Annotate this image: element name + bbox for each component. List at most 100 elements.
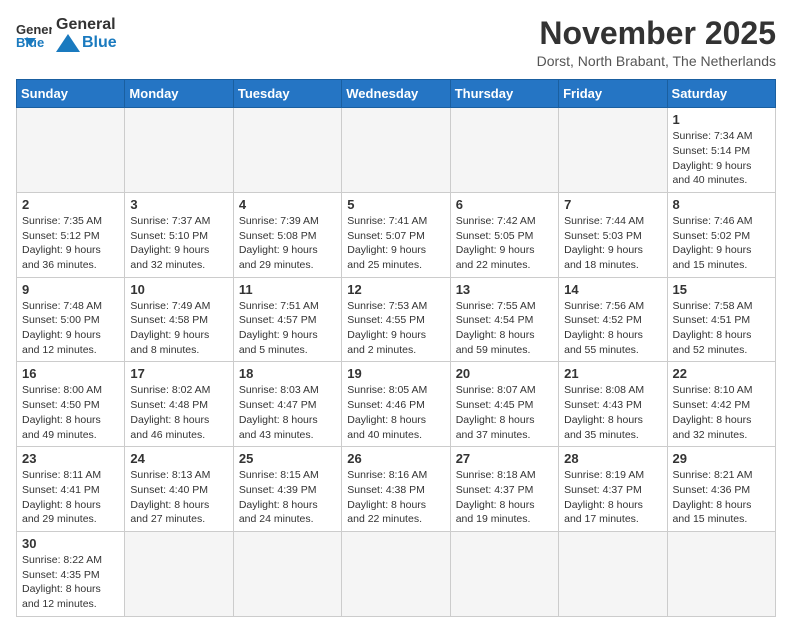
day-info: Sunrise: 8:21 AMSunset: 4:36 PMDaylight:… [673, 468, 770, 527]
calendar-cell [667, 531, 775, 616]
day-info: Sunrise: 7:58 AMSunset: 4:51 PMDaylight:… [673, 299, 770, 358]
calendar-cell [233, 531, 341, 616]
svg-text:Blue: Blue [16, 35, 44, 48]
day-number: 30 [22, 536, 119, 551]
calendar-cell: 13 Sunrise: 7:55 AMSunset: 4:54 PMDayligh… [450, 277, 558, 362]
calendar-cell: 26 Sunrise: 8:16 AMSunset: 4:38 PMDayligh… [342, 447, 450, 532]
day-number: 26 [347, 451, 444, 466]
day-info: Sunrise: 8:13 AMSunset: 4:40 PMDaylight:… [130, 468, 227, 527]
calendar-cell: 2Sunrise: 7:35 AMSunset: 5:12 PMDaylight… [17, 192, 125, 277]
calendar-cell: 3 Sunrise: 7:37 AMSunset: 5:10 PMDaylight… [125, 192, 233, 277]
calendar-cell [559, 108, 667, 193]
calendar-cell [125, 531, 233, 616]
calendar-cell: 30 Sunrise: 8:22 AMSunset: 4:35 PMDayligh… [17, 531, 125, 616]
day-number: 18 [239, 366, 336, 381]
day-info: Sunrise: 7:37 AMSunset: 5:10 PMDaylight:… [130, 214, 227, 273]
calendar-cell: 10Sunrise: 7:49 AMSunset: 4:58 PMDayligh… [125, 277, 233, 362]
calendar-cell: 25Sunrise: 8:15 AMSunset: 4:39 PMDayligh… [233, 447, 341, 532]
day-number: 22 [673, 366, 770, 381]
weekday-header-thursday: Thursday [450, 80, 558, 108]
day-info: Sunrise: 8:00 AMSunset: 4:50 PMDaylight:… [22, 383, 119, 442]
day-info: Sunrise: 7:53 AMSunset: 4:55 PMDaylight:… [347, 299, 444, 358]
calendar-cell: 4 Sunrise: 7:39 AMSunset: 5:08 PMDaylight… [233, 192, 341, 277]
calendar-cell: 8 Sunrise: 7:46 AMSunset: 5:02 PMDaylight… [667, 192, 775, 277]
calendar-cell [125, 108, 233, 193]
weekday-header-wednesday: Wednesday [342, 80, 450, 108]
day-info: Sunrise: 8:11 AMSunset: 4:41 PMDaylight:… [22, 468, 119, 527]
calendar-cell: 15 Sunrise: 7:58 AMSunset: 4:51 PMDayligh… [667, 277, 775, 362]
day-number: 1 [673, 112, 770, 127]
day-number: 17 [130, 366, 227, 381]
week-row-4: 16 Sunrise: 8:00 AMSunset: 4:50 PMDayligh… [17, 362, 776, 447]
day-number: 25 [239, 451, 336, 466]
day-number: 2 [22, 197, 119, 212]
calendar-cell: 9 Sunrise: 7:48 AMSunset: 5:00 PMDaylight… [17, 277, 125, 362]
calendar-cell: 19Sunrise: 8:05 AMSunset: 4:46 PMDayligh… [342, 362, 450, 447]
day-info: Sunrise: 8:02 AMSunset: 4:48 PMDaylight:… [130, 383, 227, 442]
day-info: Sunrise: 7:41 AMSunset: 5:07 PMDaylight:… [347, 214, 444, 273]
day-info: Sunrise: 8:22 AMSunset: 4:35 PMDaylight:… [22, 553, 119, 612]
weekday-header-row: SundayMondayTuesdayWednesdayThursdayFrid… [17, 80, 776, 108]
week-row-5: 23 Sunrise: 8:11 AMSunset: 4:41 PMDayligh… [17, 447, 776, 532]
day-info: Sunrise: 7:44 AMSunset: 5:03 PMDaylight:… [564, 214, 661, 273]
calendar-cell [342, 108, 450, 193]
calendar-cell: 12 Sunrise: 7:53 AMSunset: 4:55 PMDayligh… [342, 277, 450, 362]
week-row-2: 2Sunrise: 7:35 AMSunset: 5:12 PMDaylight… [17, 192, 776, 277]
calendar-cell: 14Sunrise: 7:56 AMSunset: 4:52 PMDayligh… [559, 277, 667, 362]
day-number: 29 [673, 451, 770, 466]
day-number: 15 [673, 282, 770, 297]
day-number: 23 [22, 451, 119, 466]
day-number: 20 [456, 366, 553, 381]
calendar-cell: 28Sunrise: 8:19 AMSunset: 4:37 PMDayligh… [559, 447, 667, 532]
calendar-cell: 27 Sunrise: 8:18 AMSunset: 4:37 PMDayligh… [450, 447, 558, 532]
week-row-3: 9 Sunrise: 7:48 AMSunset: 5:00 PMDaylight… [17, 277, 776, 362]
calendar-table: SundayMondayTuesdayWednesdayThursdayFrid… [16, 79, 776, 617]
day-info: Sunrise: 8:07 AMSunset: 4:45 PMDaylight:… [456, 383, 553, 442]
calendar-cell [233, 108, 341, 193]
day-info: Sunrise: 7:55 AMSunset: 4:54 PMDaylight:… [456, 299, 553, 358]
day-number: 3 [130, 197, 227, 212]
calendar-cell: 6Sunrise: 7:42 AMSunset: 5:05 PMDaylight… [450, 192, 558, 277]
day-number: 11 [239, 282, 336, 297]
calendar-cell: 22 Sunrise: 8:10 AMSunset: 4:42 PMDayligh… [667, 362, 775, 447]
weekday-header-saturday: Saturday [667, 80, 775, 108]
day-info: Sunrise: 8:16 AMSunset: 4:38 PMDaylight:… [347, 468, 444, 527]
day-number: 5 [347, 197, 444, 212]
day-info: Sunrise: 8:18 AMSunset: 4:37 PMDaylight:… [456, 468, 553, 527]
day-info: Sunrise: 7:39 AMSunset: 5:08 PMDaylight:… [239, 214, 336, 273]
calendar-cell: 20 Sunrise: 8:07 AMSunset: 4:45 PMDayligh… [450, 362, 558, 447]
calendar-cell [559, 531, 667, 616]
calendar-cell: 29 Sunrise: 8:21 AMSunset: 4:36 PMDayligh… [667, 447, 775, 532]
calendar-cell: 23 Sunrise: 8:11 AMSunset: 4:41 PMDayligh… [17, 447, 125, 532]
logo-blue-text: Blue [82, 34, 117, 52]
calendar-cell: 1Sunrise: 7:34 AMSunset: 5:14 PMDaylight… [667, 108, 775, 193]
day-info: Sunrise: 8:03 AMSunset: 4:47 PMDaylight:… [239, 383, 336, 442]
day-info: Sunrise: 8:10 AMSunset: 4:42 PMDaylight:… [673, 383, 770, 442]
day-number: 8 [673, 197, 770, 212]
calendar-cell: 7Sunrise: 7:44 AMSunset: 5:03 PMDaylight… [559, 192, 667, 277]
calendar-cell [342, 531, 450, 616]
day-number: 12 [347, 282, 444, 297]
calendar-cell [450, 531, 558, 616]
weekday-header-monday: Monday [125, 80, 233, 108]
day-number: 4 [239, 197, 336, 212]
day-number: 21 [564, 366, 661, 381]
weekday-header-tuesday: Tuesday [233, 80, 341, 108]
day-info: Sunrise: 8:08 AMSunset: 4:43 PMDaylight:… [564, 383, 661, 442]
calendar-cell: 24 Sunrise: 8:13 AMSunset: 4:40 PMDayligh… [125, 447, 233, 532]
weekday-header-sunday: Sunday [17, 80, 125, 108]
day-number: 9 [22, 282, 119, 297]
day-number: 27 [456, 451, 553, 466]
logo: General Blue General Blue [16, 16, 117, 52]
day-info: Sunrise: 7:48 AMSunset: 5:00 PMDaylight:… [22, 299, 119, 358]
day-info: Sunrise: 7:46 AMSunset: 5:02 PMDaylight:… [673, 214, 770, 273]
day-number: 14 [564, 282, 661, 297]
week-row-1: 1Sunrise: 7:34 AMSunset: 5:14 PMDaylight… [17, 108, 776, 193]
day-number: 16 [22, 366, 119, 381]
weekday-header-friday: Friday [559, 80, 667, 108]
day-number: 6 [456, 197, 553, 212]
logo-general-text: General [56, 16, 117, 34]
day-number: 24 [130, 451, 227, 466]
page-header: General Blue General Blue November 2025 … [16, 16, 776, 69]
day-number: 13 [456, 282, 553, 297]
